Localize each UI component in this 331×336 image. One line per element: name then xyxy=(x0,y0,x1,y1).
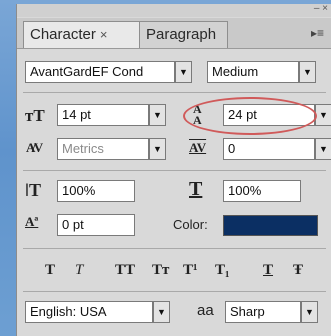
color-label: Color: xyxy=(173,217,208,232)
horizontal-scale-icon: T xyxy=(189,178,203,200)
panel-title-strip xyxy=(17,4,331,17)
tab-paragraph[interactable]: Paragraph xyxy=(139,21,228,48)
tracking-dropdown[interactable]: ▼ xyxy=(315,138,331,160)
close-icon[interactable]: × xyxy=(100,27,108,42)
subscript-button[interactable]: T₁ xyxy=(215,262,230,279)
language-field[interactable]: English: USA xyxy=(25,301,153,323)
anti-alias-icon: aa xyxy=(197,302,214,319)
kerning-icon: A̸V xyxy=(26,140,44,155)
tracking-icon: AV xyxy=(189,140,207,155)
strikethrough-button[interactable]: Ŧ xyxy=(293,262,303,279)
separator xyxy=(23,291,326,292)
separator xyxy=(23,92,326,93)
all-caps-button[interactable]: TT xyxy=(115,262,135,279)
faux-italic-button[interactable]: T xyxy=(75,262,83,279)
tab-character-label: Character xyxy=(30,26,96,43)
faux-bold-button[interactable]: T xyxy=(45,262,55,279)
font-size-icon: ᴛT xyxy=(25,106,45,125)
color-swatch[interactable] xyxy=(223,215,318,236)
highlight-ellipse xyxy=(183,97,317,135)
separator xyxy=(23,170,326,171)
baseline-shift-field[interactable]: 0 pt xyxy=(57,214,135,236)
panel-window-controls[interactable]: – × xyxy=(314,4,328,14)
font-size-field[interactable]: 14 pt xyxy=(57,104,149,126)
vertical-scale-icon: ǀT xyxy=(25,180,41,200)
superscript-button[interactable]: T¹ xyxy=(183,262,198,279)
language-dropdown[interactable]: ▼ xyxy=(153,301,170,323)
tab-paragraph-label: Paragraph xyxy=(146,26,217,43)
font-style-field[interactable]: Medium xyxy=(207,61,299,83)
anti-alias-field[interactable]: Sharp xyxy=(225,301,301,323)
leading-dropdown[interactable]: ▼ xyxy=(315,104,331,126)
panel-menu-icon[interactable]: ▸≡ xyxy=(311,26,324,40)
vertical-scale-field[interactable]: 100% xyxy=(57,180,135,202)
font-family-field[interactable]: AvantGardEF Cond xyxy=(25,61,175,83)
anti-alias-dropdown[interactable]: ▼ xyxy=(301,301,318,323)
kerning-dropdown[interactable]: ▼ xyxy=(149,138,166,160)
horizontal-scale-field[interactable]: 100% xyxy=(223,180,301,202)
font-style-dropdown[interactable]: ▼ xyxy=(299,61,316,83)
tracking-field[interactable]: 0 xyxy=(223,138,315,160)
font-family-dropdown[interactable]: ▼ xyxy=(175,61,192,83)
separator xyxy=(23,248,326,249)
underline-button[interactable]: T xyxy=(263,262,273,279)
character-panel: – × Character × Paragraph ▸≡ AvantGardEF … xyxy=(16,4,331,336)
tab-character[interactable]: Character × xyxy=(23,21,140,48)
small-caps-button[interactable]: Tт xyxy=(152,262,169,279)
kerning-field[interactable]: Metrics xyxy=(57,138,149,160)
baseline-shift-icon: Aª xyxy=(25,214,39,229)
font-size-dropdown[interactable]: ▼ xyxy=(149,104,166,126)
